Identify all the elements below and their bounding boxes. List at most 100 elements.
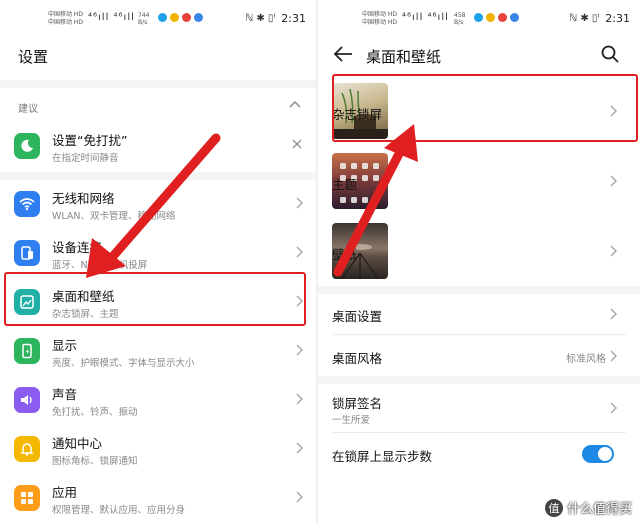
desktop-settings-item[interactable]: 桌面设置 bbox=[318, 294, 640, 334]
tray-icons: ℕ ✱ ▯ᴵ bbox=[245, 13, 276, 24]
settings-item-title: 桌面和壁纸 bbox=[52, 289, 115, 304]
suggestion-dnd[interactable]: 设置“免打扰” 在指定时间静音 bbox=[0, 122, 316, 170]
chevron-right-icon bbox=[610, 245, 618, 257]
chevron-right-icon bbox=[610, 105, 618, 117]
show-steps-toggle[interactable] bbox=[582, 445, 614, 463]
settings-panel: 中国移动 HD 中国移动 HD ⁴⁶ıll ⁴⁶ıll 744 B/s ℕ ✱ … bbox=[0, 0, 316, 523]
settings-item-notifications[interactable]: 通知中心 图标角标、锁屏通知 bbox=[0, 425, 316, 473]
toggle-knob bbox=[598, 447, 612, 461]
wallpaper-item[interactable]: 壁纸 bbox=[318, 216, 640, 286]
settings-item-desktop-wallpaper[interactable]: 桌面和壁纸 杂志锁屏、主题 bbox=[0, 278, 316, 326]
magazine-lockscreen-item[interactable]: 杂志锁屏 bbox=[318, 76, 640, 146]
signal-icon: ⁴⁶ıll ⁴⁶ıll bbox=[402, 12, 449, 23]
thumb-item-title: 壁纸 bbox=[332, 247, 358, 262]
watermark: 值 什么值得买 bbox=[544, 498, 632, 517]
desktop-style-item[interactable]: 桌面风格 标准风格 bbox=[318, 336, 640, 376]
settings-item-subtitle: 免打扰、铃声、振动 bbox=[52, 407, 138, 418]
suggestions-label: 建议 bbox=[18, 104, 38, 115]
row-divider bbox=[332, 334, 626, 335]
display-icon bbox=[14, 338, 40, 364]
lock-signature-title: 锁屏签名 bbox=[332, 396, 383, 411]
chevron-up-icon[interactable] bbox=[288, 98, 302, 112]
app-notification-icon bbox=[194, 13, 203, 22]
network-speed: 458 B/s bbox=[454, 12, 466, 26]
status-bar: 中国移动 HD 中国移动 HD ⁴⁶ıll ⁴⁶ıll 744 B/s ℕ ✱ … bbox=[0, 0, 316, 38]
settings-item-title: 无线和网络 bbox=[52, 191, 115, 206]
app-notification-icon bbox=[182, 13, 191, 22]
bell-icon bbox=[14, 436, 40, 462]
signal-icon: ⁴⁶ıll ⁴⁶ıll bbox=[88, 12, 135, 23]
suggestion-subtitle: 在指定时间静音 bbox=[52, 153, 119, 164]
app-notification-icon bbox=[170, 13, 179, 22]
close-icon[interactable] bbox=[290, 137, 304, 151]
clock: 2:31 bbox=[281, 12, 306, 25]
settings-item-device-connection[interactable]: 设备连接 蓝牙、NFC、手机投屏 bbox=[0, 229, 316, 277]
settings-item-subtitle: 亮度、护眼模式、字体与显示大小 bbox=[52, 358, 195, 369]
settings-item-subtitle: 杂志锁屏、主题 bbox=[52, 309, 119, 320]
settings-item-apps[interactable]: 应用 权限管理、默认应用、应用分身 bbox=[0, 474, 316, 522]
carrier-info: 中国移动 HD 中国移动 HD bbox=[362, 11, 398, 26]
settings-item-title: 应用 bbox=[52, 485, 78, 500]
thumb-item-title: 主题 bbox=[332, 177, 358, 192]
chevron-right-icon bbox=[610, 175, 618, 187]
section-divider bbox=[0, 80, 316, 88]
wifi-icon bbox=[14, 191, 40, 217]
status-bar: 中国移动 HD 中国移动 HD ⁴⁶ıll ⁴⁶ıll 458 B/s ℕ ✱ … bbox=[318, 0, 640, 38]
settings-item-subtitle: 蓝牙、NFC、手机投屏 bbox=[52, 260, 148, 271]
back-arrow-icon[interactable] bbox=[332, 44, 354, 64]
device-connect-icon bbox=[14, 240, 40, 266]
search-icon[interactable] bbox=[600, 44, 620, 64]
app-notification-icon bbox=[510, 13, 519, 22]
settings-item-title: 设备连接 bbox=[52, 240, 103, 255]
settings-item-title: 显示 bbox=[52, 338, 78, 353]
settings-item-title: 声音 bbox=[52, 387, 78, 402]
thumb-item-title: 杂志锁屏 bbox=[332, 107, 383, 122]
chevron-right-icon bbox=[296, 344, 304, 356]
section-divider bbox=[0, 172, 316, 180]
settings-item-sound[interactable]: 声音 免打扰、铃声、振动 bbox=[0, 376, 316, 424]
settings-item-subtitle: WLAN、双卡管理、移动网络 bbox=[52, 211, 176, 222]
tray-icons: ℕ ✱ ▯ᴵ bbox=[569, 13, 600, 24]
desktop-settings-title: 桌面设置 bbox=[332, 309, 383, 324]
lock-signature-subtitle: 一生所爱 bbox=[332, 415, 371, 426]
desktop-style-title: 桌面风格 bbox=[332, 351, 383, 366]
chevron-right-icon bbox=[610, 350, 618, 362]
settings-item-subtitle: 图标角标、锁屏通知 bbox=[52, 456, 138, 467]
themes-item[interactable]: 主题 bbox=[318, 146, 640, 216]
wallpaper-icon bbox=[14, 289, 40, 315]
chevron-right-icon bbox=[296, 393, 304, 405]
watermark-logo: 值 bbox=[544, 498, 563, 517]
watermark-text: 什么值得买 bbox=[566, 502, 632, 517]
chevron-right-icon bbox=[610, 402, 618, 414]
chevron-right-icon bbox=[296, 295, 304, 307]
page-title: 设置 bbox=[18, 48, 49, 66]
app-notification-icon bbox=[498, 13, 507, 22]
section-divider bbox=[318, 376, 640, 384]
app-notification-icon bbox=[486, 13, 495, 22]
lock-signature-item[interactable]: 锁屏签名 一生所爱 bbox=[318, 384, 640, 432]
carrier-info: 中国移动 HD 中国移动 HD bbox=[48, 11, 84, 26]
settings-item-subtitle: 权限管理、默认应用、应用分身 bbox=[52, 505, 186, 516]
network-speed: 744 B/s bbox=[138, 12, 150, 26]
chevron-right-icon bbox=[296, 246, 304, 258]
system-tray: ℕ ✱ ▯ᴵ 2:31 bbox=[245, 12, 306, 25]
desktop-wallpaper-panel: 中国移动 HD 中国移动 HD ⁴⁶ıll ⁴⁶ıll 458 B/s ℕ ✱ … bbox=[318, 0, 640, 523]
chevron-right-icon bbox=[610, 308, 618, 320]
page-title: 桌面和壁纸 bbox=[366, 48, 442, 66]
notification-icons bbox=[474, 13, 519, 22]
app-notification-icon bbox=[474, 13, 483, 22]
section-divider bbox=[318, 286, 640, 294]
settings-item-title: 通知中心 bbox=[52, 436, 103, 451]
chevron-right-icon bbox=[296, 442, 304, 454]
row-divider bbox=[332, 432, 626, 433]
show-steps-title: 在锁屏上显示步数 bbox=[332, 449, 433, 464]
settings-item-wireless[interactable]: 无线和网络 WLAN、双卡管理、移动网络 bbox=[0, 180, 316, 228]
settings-item-display[interactable]: 显示 亮度、护眼模式、字体与显示大小 bbox=[0, 327, 316, 375]
show-steps-item: 在锁屏上显示步数 bbox=[318, 434, 640, 474]
system-tray: ℕ ✱ ▯ᴵ 2:31 bbox=[569, 12, 630, 25]
suggestion-title: 设置“免打扰” bbox=[52, 133, 128, 148]
clock: 2:31 bbox=[605, 12, 630, 25]
chevron-right-icon bbox=[296, 197, 304, 209]
notification-icons bbox=[158, 13, 203, 22]
sound-icon bbox=[14, 387, 40, 413]
